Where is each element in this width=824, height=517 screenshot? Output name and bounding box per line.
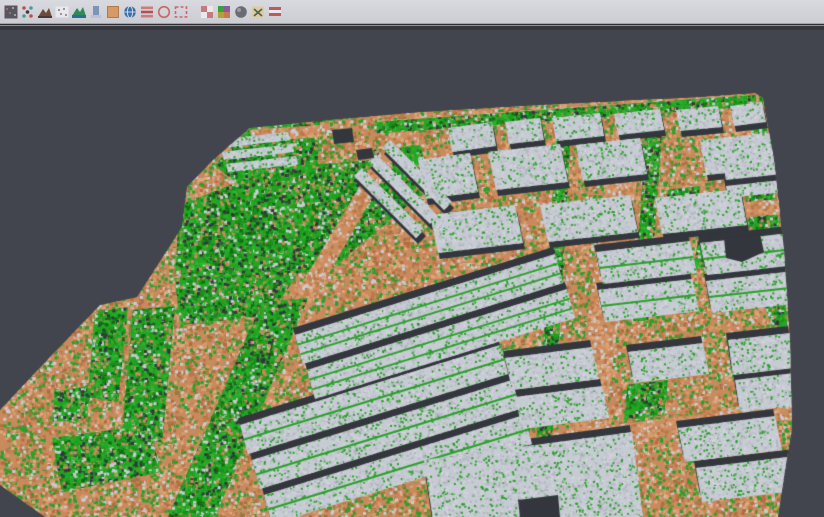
dem-terrain-icon[interactable] bbox=[70, 2, 87, 22]
toolbar bbox=[0, 0, 824, 24]
profile-view-icon[interactable] bbox=[87, 2, 104, 22]
globe-view-icon[interactable] bbox=[121, 2, 138, 22]
classify-points-icon[interactable] bbox=[19, 2, 36, 22]
point-cloud-canvas[interactable] bbox=[0, 30, 824, 517]
ground-points-icon[interactable] bbox=[53, 2, 70, 22]
classification-render-icon[interactable] bbox=[215, 2, 232, 22]
clear-selection-icon[interactable] bbox=[249, 2, 266, 22]
flag-marker-icon[interactable] bbox=[266, 2, 283, 22]
circle-select-icon[interactable] bbox=[155, 2, 172, 22]
3d-viewport[interactable] bbox=[0, 30, 824, 517]
rect-select-icon[interactable] bbox=[172, 2, 189, 22]
section-lines-icon[interactable] bbox=[138, 2, 155, 22]
raster-layer-icon[interactable] bbox=[2, 2, 19, 22]
grid-select-icon[interactable] bbox=[198, 2, 215, 22]
ortho-image-icon[interactable] bbox=[104, 2, 121, 22]
application-window: { "window": { "toolbar_bg": "#d0d2d8", "… bbox=[0, 0, 824, 517]
sphere-render-icon[interactable] bbox=[232, 2, 249, 22]
terrain-model-icon[interactable] bbox=[36, 2, 53, 22]
